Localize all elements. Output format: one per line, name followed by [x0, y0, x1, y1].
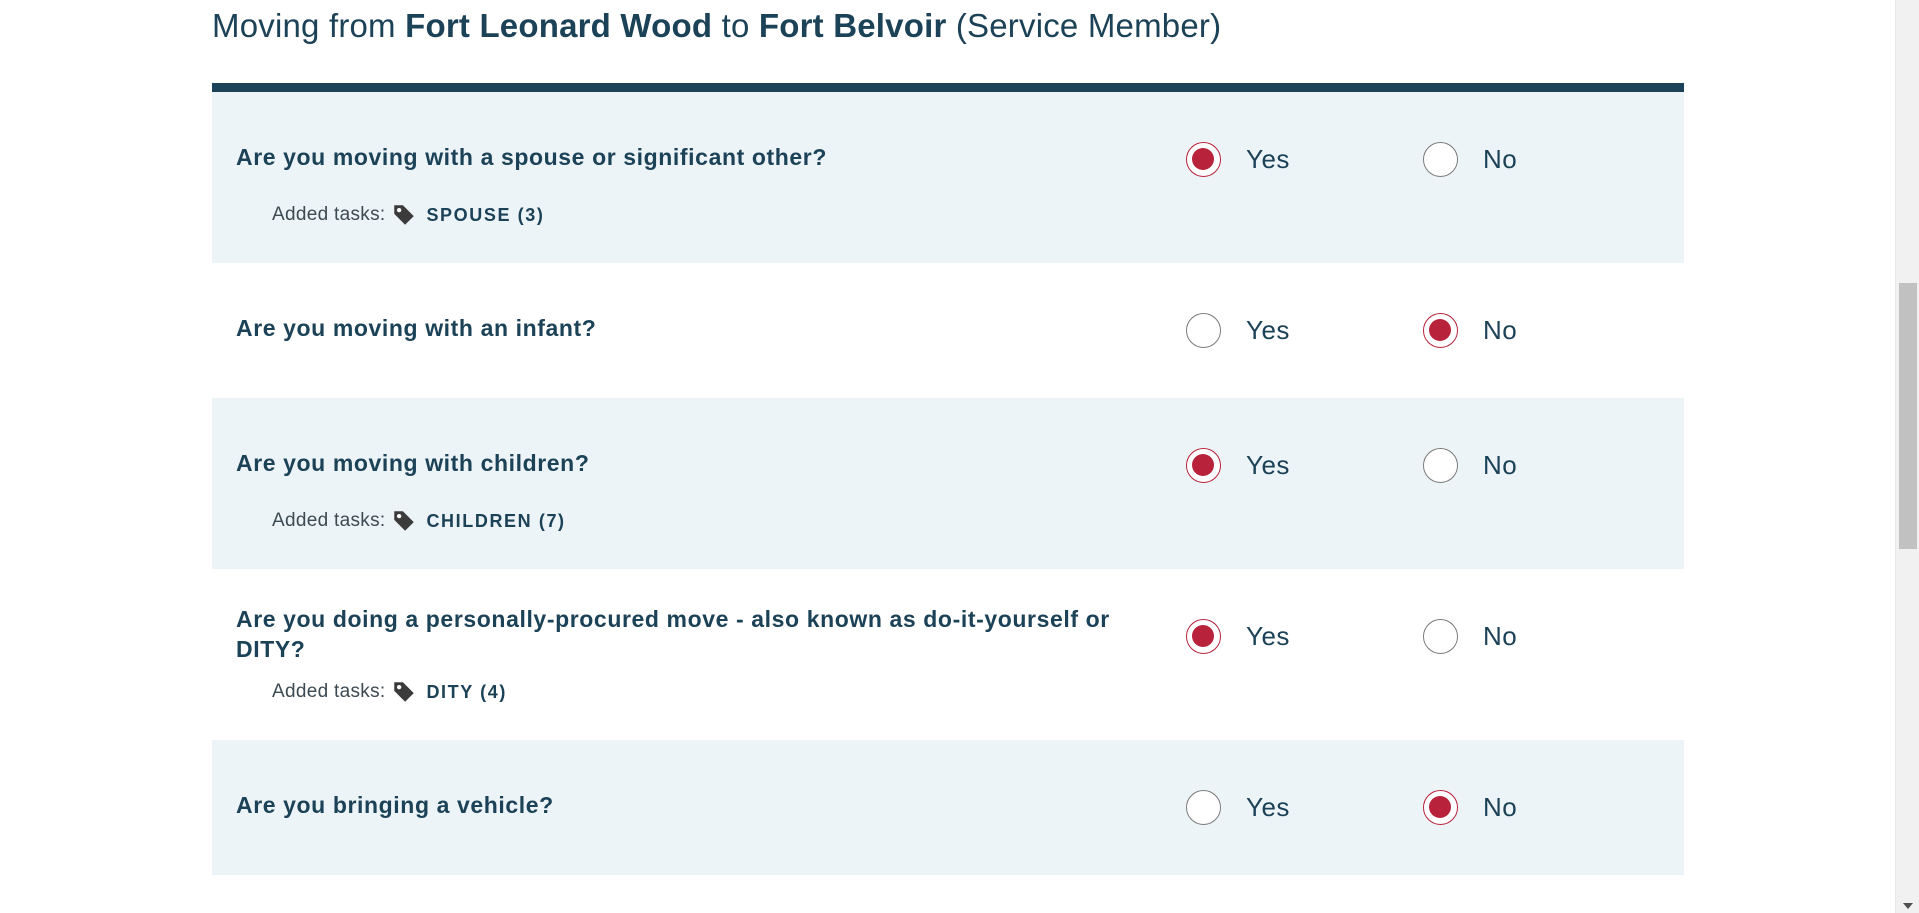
radio-yes-selected[interactable] — [1186, 142, 1221, 177]
scroll-down-arrow-icon[interactable] — [1903, 903, 1913, 909]
option-label: No — [1483, 792, 1518, 822]
heading-connector: to — [721, 7, 750, 44]
tag-icon — [394, 511, 415, 531]
question-text: Are you moving with a spouse or signific… — [236, 144, 828, 170]
added-tasks: Added tasks: CHILDREN (7) — [272, 508, 566, 534]
question-text: Are you doing a personally-procured move… — [236, 606, 1110, 662]
radio-no[interactable] — [1423, 448, 1458, 483]
main-content: Moving from Fort Leonard Wood to Fort Be… — [212, 0, 1684, 875]
option-label: No — [1483, 315, 1518, 345]
option-no[interactable]: No — [1423, 790, 1517, 825]
radio-no-selected[interactable] — [1423, 313, 1458, 348]
option-label: Yes — [1246, 621, 1290, 651]
option-yes[interactable]: Yes — [1186, 313, 1290, 348]
question-text: Are you moving with an infant? — [236, 315, 597, 341]
vertical-scrollbar[interactable] — [1895, 0, 1919, 913]
task-tag-link[interactable]: DITY (4) — [426, 682, 506, 703]
added-tasks-label: Added tasks: — [272, 510, 386, 531]
question-vehicle: Are you bringing a vehicle? Yes No — [212, 740, 1684, 875]
added-tasks-label: Added tasks: — [272, 681, 386, 702]
task-tag-link[interactable]: CHILDREN (7) — [426, 511, 565, 532]
question-text: Are you moving with children? — [236, 450, 590, 476]
heading-role: (Service Member) — [955, 7, 1222, 44]
option-yes[interactable]: Yes — [1186, 448, 1290, 483]
question-children: Are you moving with children? Yes No Add… — [212, 398, 1684, 569]
question-spouse: Are you moving with a spouse or signific… — [212, 92, 1684, 263]
option-label: Yes — [1246, 450, 1290, 480]
option-no[interactable]: No — [1423, 619, 1517, 654]
scrollbar-thumb[interactable] — [1899, 283, 1917, 549]
destination-location: Fort Belvoir — [758, 7, 947, 44]
origin-location: Fort Leonard Wood — [405, 7, 713, 44]
added-tasks-label: Added tasks: — [272, 204, 386, 225]
tag-icon — [394, 682, 415, 702]
option-yes[interactable]: Yes — [1186, 619, 1290, 654]
question-dity: Are you doing a personally-procured move… — [212, 569, 1684, 740]
page-heading: Moving from Fort Leonard Wood to Fort Be… — [212, 0, 1684, 54]
added-tasks: Added tasks: SPOUSE (3) — [272, 202, 544, 228]
radio-no-selected[interactable] — [1423, 790, 1458, 825]
radio-yes[interactable] — [1186, 313, 1221, 348]
option-label: No — [1483, 450, 1518, 480]
question-infant: Are you moving with an infant? Yes No — [212, 263, 1684, 398]
option-label: Yes — [1246, 315, 1290, 345]
option-label: Yes — [1246, 144, 1290, 174]
radio-no[interactable] — [1423, 619, 1458, 654]
question-text: Are you bringing a vehicle? — [236, 792, 554, 818]
option-label: No — [1483, 144, 1518, 174]
option-yes[interactable]: Yes — [1186, 790, 1290, 825]
heading-prefix: Moving from — [212, 7, 396, 44]
option-no[interactable]: No — [1423, 313, 1517, 348]
option-no[interactable]: No — [1423, 142, 1517, 177]
radio-yes-selected[interactable] — [1186, 448, 1221, 483]
option-yes[interactable]: Yes — [1186, 142, 1290, 177]
tag-icon — [394, 205, 415, 225]
heading-divider — [212, 83, 1684, 92]
option-label: Yes — [1246, 792, 1290, 822]
radio-yes-selected[interactable] — [1186, 619, 1221, 654]
radio-yes[interactable] — [1186, 790, 1221, 825]
option-label: No — [1483, 621, 1518, 651]
task-tag-link[interactable]: SPOUSE (3) — [426, 205, 544, 226]
option-no[interactable]: No — [1423, 448, 1517, 483]
radio-no[interactable] — [1423, 142, 1458, 177]
added-tasks: Added tasks: DITY (4) — [272, 679, 507, 705]
